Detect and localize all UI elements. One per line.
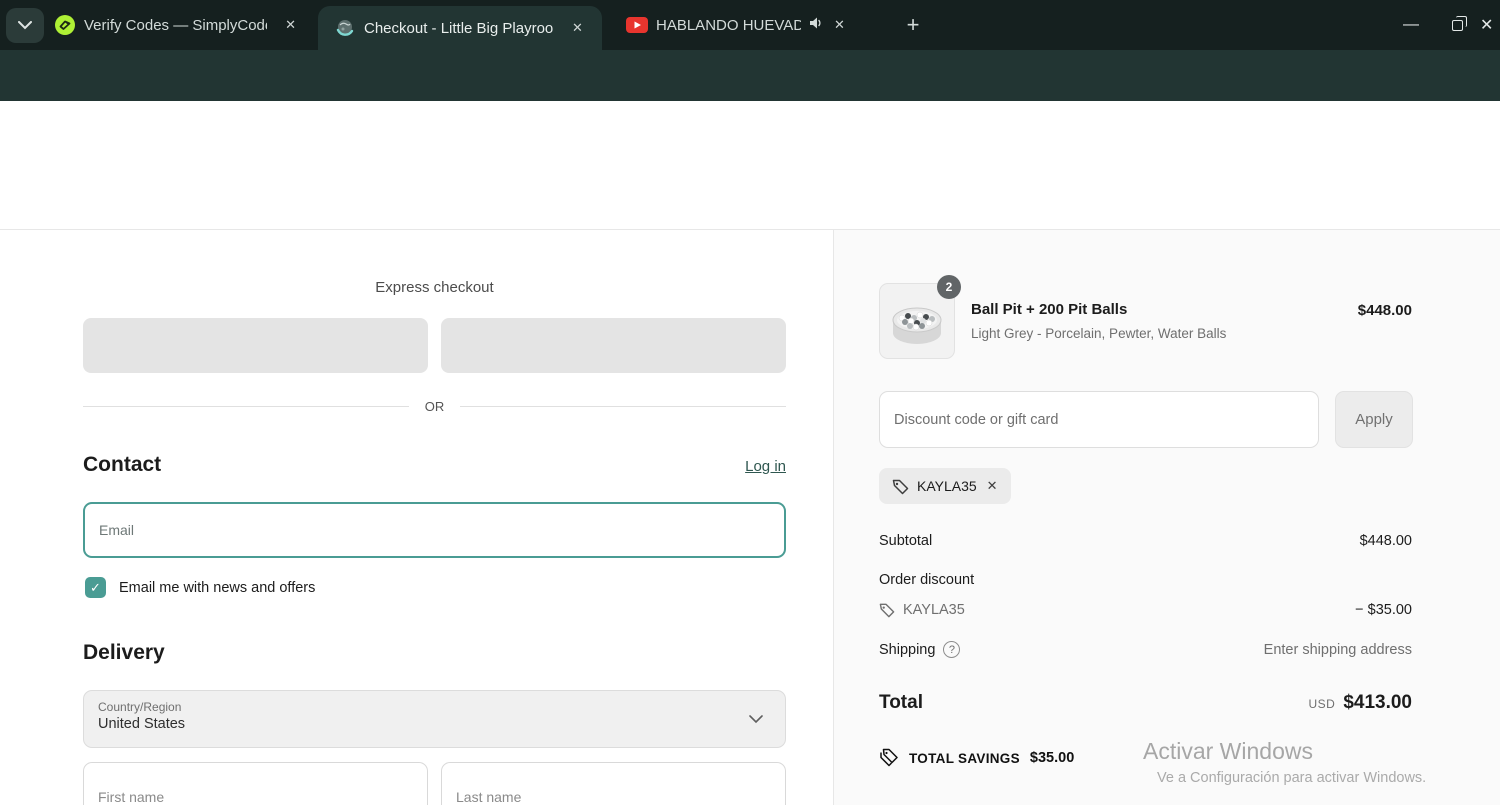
or-label: OR [424,399,445,414]
first-name-field[interactable] [83,762,428,805]
tab-title: HABLANDO HUEVADAS - S [656,16,801,34]
shipping-label: Shipping [879,641,936,658]
tag-icon [892,479,909,494]
tab-close-icon[interactable]: ✕ [568,18,587,38]
or-divider: OR [83,399,786,414]
express-checkout-label: Express checkout [375,279,494,296]
order-summary: 2 Ball Pit + 200 Pit Balls Light Grey - … [833,230,1500,805]
total-savings-row: TOTAL SAVINGS $35.00 [879,748,1074,768]
product-price: $448.00 [1357,302,1412,319]
delivery-heading: Delivery [83,641,165,664]
minimize-button[interactable]: — [1388,0,1434,50]
subtotal-label: Subtotal [879,533,933,549]
discount-code-input[interactable] [879,391,1319,448]
newsletter-label: Email me with news and offers [119,579,316,596]
currency-code: USD [1308,697,1336,711]
product-name: Ball Pit + 200 Pit Balls [971,301,1128,318]
tag-icon [879,603,895,618]
tab-youtube[interactable]: HABLANDO HUEVADAS - S ✕ [610,0,882,50]
windows-watermark-subtitle: Ve a Configuración para activar Windows. [1157,770,1427,786]
tab-close-icon[interactable]: ✕ [281,15,300,35]
tab-title: Verify Codes — SimplyCodes [84,16,268,34]
country-select-value: United States [98,716,186,732]
last-name-field[interactable] [441,762,786,805]
applied-discount-code: KAYLA35 [903,602,965,618]
country-select[interactable]: Country/Region United States [83,690,786,748]
simplycodes-favicon-icon [54,14,76,36]
windows-watermark-title: Activar Windows [1143,738,1313,764]
tab-close-icon[interactable]: ✕ [830,15,849,35]
order-discount-row: Order discount [879,572,1412,588]
shipping-row: Shipping ? Enter shipping address [879,641,1412,658]
country-select-label: Country/Region [98,700,182,714]
audio-speaker-icon[interactable] [809,16,824,34]
discount-chip: KAYLA35 ✕ [879,468,1011,504]
product-variant: Light Grey - Porcelain, Pewter, Water Ba… [971,326,1227,341]
tab-simplycodes[interactable]: Verify Codes — SimplyCodes ✕ [38,0,310,50]
double-tag-icon [880,748,898,767]
close-button[interactable]: ✕ [1480,0,1500,50]
browser-toolbar: ← → ✕ littlebigplayroom.com/checkouts/cn… [0,50,1500,145]
total-value: $413.00 [1343,692,1412,713]
subtotal-row: Subtotal $448.00 [879,533,1412,549]
total-row: Total USD $413.00 [879,692,1412,714]
quantity-badge: 2 [937,275,961,299]
express-pay-button-placeholder[interactable] [83,318,428,373]
youtube-favicon-icon [626,14,648,36]
remove-discount-icon[interactable]: ✕ [987,478,998,494]
subtotal-value: $448.00 [1359,533,1412,549]
checkout-main: Express checkout OR Contact Log in ✓ Ema… [0,230,833,805]
total-label: Total [879,692,923,713]
total-savings-label: TOTAL SAVINGS [909,750,1020,766]
total-savings-value: $35.00 [1029,750,1075,766]
discount-amount: − $35.00 [1355,602,1412,618]
window-controls: — ✕ [1388,0,1500,50]
browser-window: Verify Codes — SimplyCodes ✕ Checkout - … [0,0,1500,805]
login-link[interactable]: Log in [745,458,786,475]
newsletter-checkbox[interactable]: ✓ [85,577,106,598]
shipping-help-icon[interactable]: ? [943,641,961,658]
tab-title: Checkout - Little Big Playroom [364,19,554,37]
restore-button[interactable] [1434,0,1480,50]
discount-chip-code: KAYLA35 [917,478,977,494]
chevron-down-icon [18,21,32,30]
checkout-favicon-icon [334,17,356,39]
discount-code-row: KAYLA35 − $35.00 [879,602,1412,618]
new-tab-button[interactable]: + [898,10,928,40]
tab-checkout[interactable]: Checkout - Little Big Playroom ✕ [318,6,602,50]
store-header: Little Big Playroom [0,101,1500,308]
order-discount-label: Order discount [879,572,975,588]
tab-bar: Verify Codes — SimplyCodes ✕ Checkout - … [0,0,1500,50]
apply-button[interactable]: Apply [1335,391,1413,448]
email-field[interactable] [83,502,786,558]
express-pay-button-placeholder[interactable] [441,318,786,373]
contact-heading: Contact [83,453,162,476]
shipping-value: Enter shipping address [1263,641,1412,658]
chevron-down-icon [749,715,763,724]
